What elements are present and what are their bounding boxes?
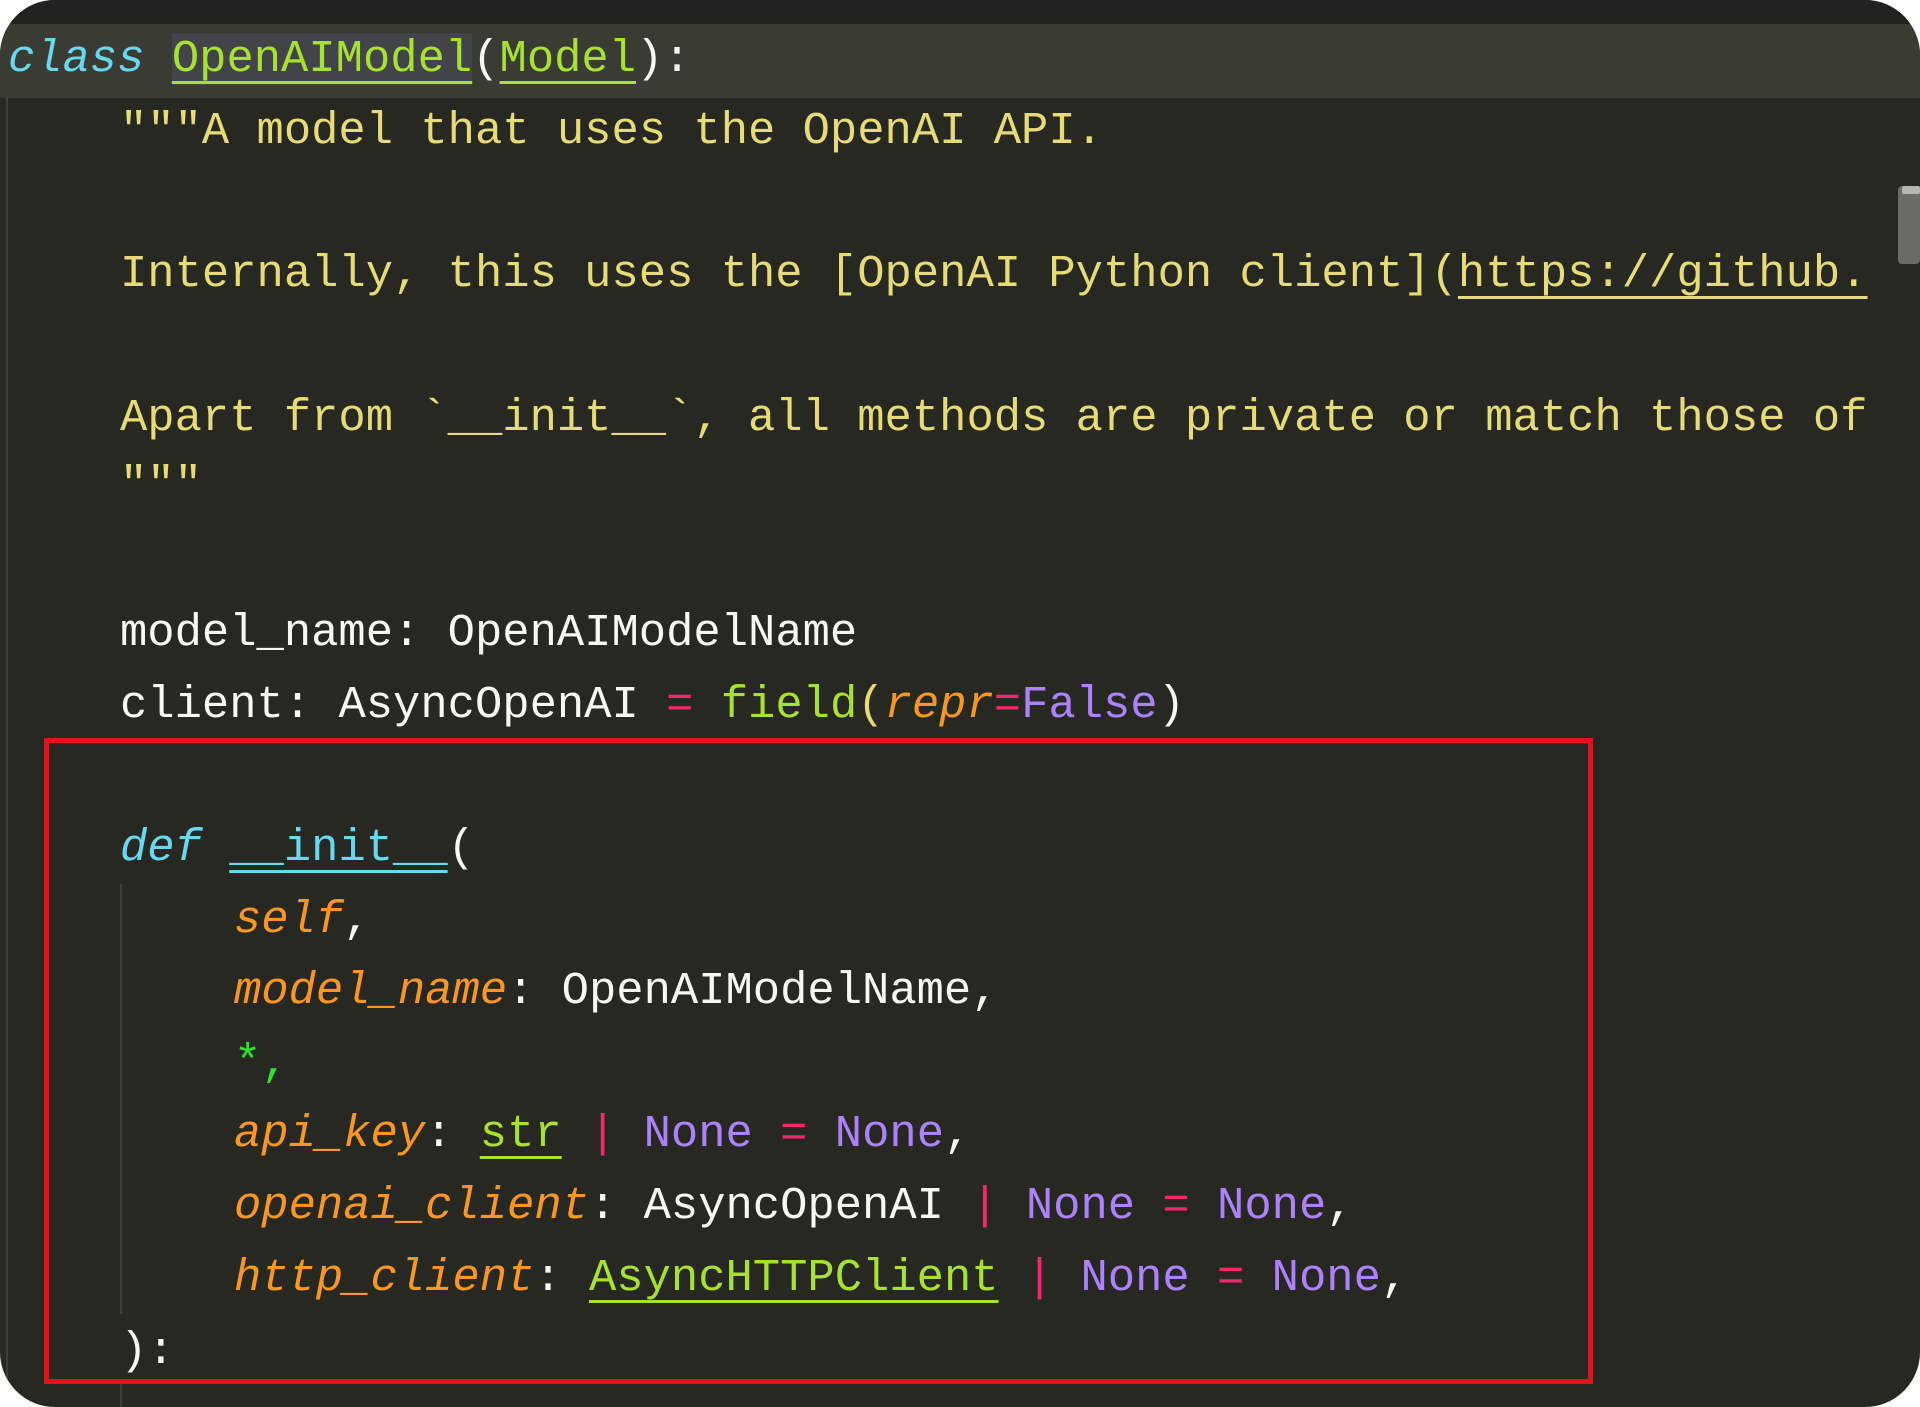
function-call: field [693,679,858,731]
docstring-line-5: Apart from `__init__`, all methods are p… [120,392,1868,444]
class-open-paren: ( [472,33,500,85]
docstring-link[interactable]: https://github. [1458,248,1868,300]
docstring-line-3: Internally, this uses the [OpenAI Python… [120,244,1868,304]
scrollbar-thumb[interactable] [1898,186,1920,264]
field-model-name: model_name: OpenAIModelName [120,603,857,663]
docstring-text: Internally, this uses the [OpenAI Python… [120,248,1458,300]
assign-operator: = [666,679,694,731]
base-class-name[interactable]: Model [500,33,637,85]
red-highlight-box [44,738,1593,1384]
kwarg-name: repr [884,679,994,731]
docstring-close: """ [120,459,202,511]
kwarg-equals: = [993,679,1022,731]
scrollbar-cap [1902,186,1920,194]
paren-open: ( [857,679,885,731]
field-client: client: AsyncOpenAI = field(repr=False) [120,675,1185,735]
field-name: model_name: [120,607,421,659]
code-editor[interactable]: class OpenAIModel(Model): """A model tha… [0,0,1920,1407]
code-line-class: class OpenAIModel(Model): [8,29,691,89]
class-name[interactable]: OpenAIModel [171,33,473,85]
indent-guide [120,1380,122,1407]
docstring-line-1: """A model that uses the OpenAI API. [120,105,1103,157]
previous-line-fade [0,0,1920,24]
paren-close: ) [1157,679,1185,731]
field-name: client: [120,679,312,731]
kwarg-value: False [1021,679,1158,731]
field-type: OpenAIModelName [420,607,858,659]
class-close: ): [636,33,691,85]
class-keyword: class [8,33,145,85]
indent-guide [6,98,8,1407]
field-type: AsyncOpenAI [311,679,667,731]
